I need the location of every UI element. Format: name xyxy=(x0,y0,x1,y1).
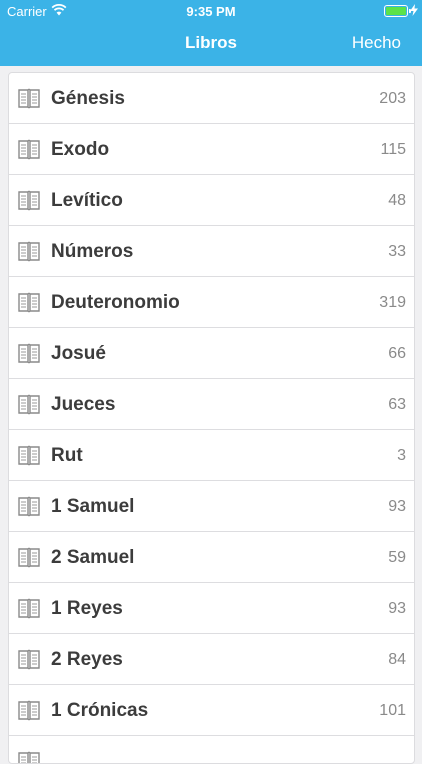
book-icon xyxy=(18,547,40,568)
book-icon xyxy=(18,139,40,160)
status-bar: Carrier 9:35 PM xyxy=(0,0,422,22)
book-name: 2 Samuel xyxy=(51,547,135,568)
book-icon xyxy=(18,751,40,763)
list-item[interactable]: Levítico 48 xyxy=(9,175,414,226)
list-item[interactable]: 1 Reyes 93 xyxy=(9,583,414,634)
chapter-count: 93 xyxy=(388,600,406,617)
book-icon xyxy=(18,649,40,670)
list-item[interactable]: 1 Crónicas 101 xyxy=(9,685,414,736)
done-button[interactable]: Hecho xyxy=(352,33,401,53)
list-item[interactable]: Josué 66 xyxy=(9,328,414,379)
list-item[interactable]: Jueces 63 xyxy=(9,379,414,430)
book-name: 1 Crónicas xyxy=(51,700,149,721)
book-name: 1 Samuel xyxy=(51,496,135,517)
battery-icon xyxy=(384,5,411,17)
book-list[interactable]: Génesis 203 Exodo 115 Levítico 48 Números 33 Deu… xyxy=(8,72,415,764)
book-name: Deuteronomio xyxy=(51,292,180,313)
book-icon xyxy=(18,292,40,313)
book-icon xyxy=(18,241,40,262)
book-name: Jueces xyxy=(51,394,116,415)
navigation-bar: Libros Hecho xyxy=(0,22,422,66)
chapter-count: 101 xyxy=(379,702,406,719)
book-icon xyxy=(18,496,40,517)
chapter-count: 33 xyxy=(388,243,406,260)
book-name: 2 Reyes xyxy=(51,649,123,670)
chapter-count: 84 xyxy=(388,651,406,668)
book-name: Levítico xyxy=(51,190,123,211)
book-icon xyxy=(18,394,40,415)
chapter-count: 66 xyxy=(388,345,406,362)
list-item[interactable] xyxy=(9,736,414,763)
book-name: Exodo xyxy=(51,139,110,160)
chapter-count: 59 xyxy=(388,549,406,566)
top-bar: Carrier 9:35 PM Libros Hecho xyxy=(0,0,422,66)
chapter-count: 319 xyxy=(379,294,406,311)
chapter-count: 3 xyxy=(397,447,406,464)
list-item[interactable]: Deuteronomio 319 xyxy=(9,277,414,328)
book-icon xyxy=(18,445,40,466)
charging-icon xyxy=(410,4,418,16)
chapter-count: 48 xyxy=(388,192,406,209)
list-item[interactable]: Génesis 203 xyxy=(9,73,414,124)
status-time: 9:35 PM xyxy=(186,4,236,19)
list-item[interactable]: Exodo 115 xyxy=(9,124,414,175)
book-name: Rut xyxy=(51,445,83,466)
chapter-count: 63 xyxy=(388,396,406,413)
book-name: Josué xyxy=(51,343,106,364)
book-icon xyxy=(18,190,40,211)
chapter-count: 115 xyxy=(380,141,406,158)
list-item[interactable]: 1 Samuel 93 xyxy=(9,481,414,532)
chapter-count: 203 xyxy=(379,90,406,107)
book-icon xyxy=(18,700,40,721)
list-item[interactable]: 2 Samuel 59 xyxy=(9,532,414,583)
book-icon xyxy=(18,88,40,109)
book-icon xyxy=(18,598,40,619)
book-icon xyxy=(18,343,40,364)
chapter-count: 93 xyxy=(388,498,406,515)
book-name: 1 Reyes xyxy=(51,598,123,619)
book-name: Números xyxy=(51,241,134,262)
list-item[interactable]: Números 33 xyxy=(9,226,414,277)
list-item[interactable]: 2 Reyes 84 xyxy=(9,634,414,685)
list-item[interactable]: Rut 3 xyxy=(9,430,414,481)
book-name: Génesis xyxy=(51,88,125,109)
